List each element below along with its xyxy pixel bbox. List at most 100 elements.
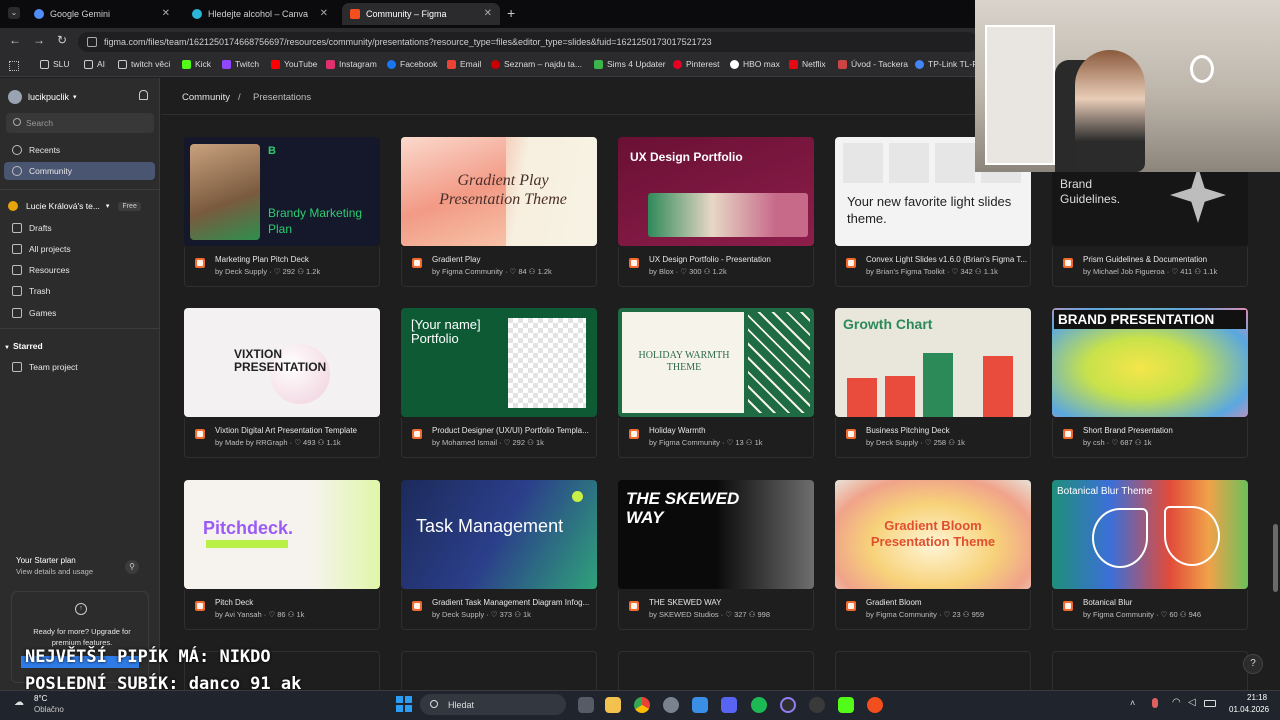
tray-chevron-icon[interactable]: ˄ (1130, 698, 1135, 708)
team-switcher[interactable]: Lucie Králová's te... ▾ Free (8, 198, 156, 214)
sidebar-item-community[interactable]: Community (4, 162, 155, 180)
scrollbar-thumb[interactable] (1273, 524, 1278, 592)
card-thumbnail: Pitchdeck. (184, 480, 380, 589)
webcam-video (975, 0, 1280, 172)
bookmark-twitch-veci[interactable]: twitch věci (118, 59, 170, 69)
breadcrumb-community[interactable]: Community (182, 92, 230, 103)
resource-card[interactable]: Task Management Gradient Task Management… (401, 480, 597, 630)
sidebar-item-trash[interactable]: Trash (4, 282, 155, 300)
bookmark-hbo[interactable]: HBO max (730, 59, 780, 69)
bookmark-seznam[interactable]: Seznam – najdu ta... (491, 59, 582, 69)
new-tab-button[interactable]: + (507, 5, 515, 21)
kick-app-icon[interactable] (838, 697, 854, 713)
back-icon[interactable]: ← (9, 33, 21, 47)
help-button[interactable]: ? (1243, 654, 1263, 674)
tab-gemini[interactable]: Google Gemini ✕ (26, 3, 178, 25)
bookmark-netflix[interactable]: Netflix (789, 59, 826, 69)
resource-card[interactable]: Gradient Bloom Presentation Theme Gradie… (835, 480, 1031, 630)
close-icon[interactable]: ✕ (162, 8, 170, 19)
bell-icon[interactable] (139, 90, 148, 100)
address-bar[interactable]: figma.com/files/team/1621250174668756697… (78, 32, 978, 52)
settings-icon[interactable] (663, 697, 679, 713)
use-count: 1.1k (983, 267, 998, 276)
bookmark-instagram[interactable]: Instagram (326, 59, 377, 69)
bookmark-slu[interactable]: SLU (40, 59, 70, 69)
photos-icon[interactable] (692, 697, 708, 713)
bookmark-youtube[interactable]: YouTube (271, 59, 317, 69)
file-explorer-icon[interactable] (605, 697, 621, 713)
resource-card[interactable]: Pitchdeck. Pitch Deck by Avi Yansah · ♡ … (184, 480, 380, 630)
card-title: Convex Light Slides v1.6.0 (Brian's Figm… (866, 255, 1028, 264)
resource-card[interactable]: B Brandy Marketing Plan Marketing Plan P… (184, 137, 380, 287)
wifi-icon[interactable]: ◠ (1172, 697, 1181, 708)
card-title: Gradient Bloom (866, 598, 922, 607)
figma-app-icon[interactable] (867, 697, 883, 713)
clock-time[interactable]: 21:18 (1247, 693, 1267, 702)
close-icon[interactable]: ✕ (484, 8, 492, 19)
like-count: 23 (952, 610, 961, 619)
search-input[interactable]: Search (6, 113, 154, 133)
thumb-title: Growth Chart (843, 316, 933, 332)
bookmark-tackera[interactable]: Úvod - Tackera (838, 59, 908, 69)
card-meta: by Figma Community · ♡ 23 ⚇ 959 (866, 610, 985, 619)
close-icon[interactable]: ✕ (320, 8, 328, 19)
breadcrumb-separator: / (238, 92, 241, 103)
sidebar-item-all-projects[interactable]: All projects (4, 240, 155, 258)
bookmark-facebook[interactable]: Facebook (387, 59, 437, 69)
sidebar-item-drafts[interactable]: Drafts (4, 219, 155, 237)
bookmark-ai[interactable]: AI (84, 59, 105, 69)
resource-card[interactable]: BRAND PRESENTATION Short Brand Presentat… (1052, 308, 1248, 458)
tab-canva[interactable]: Hledejte alcohol – Canva ✕ (184, 3, 336, 25)
bookmark-email[interactable]: Email (447, 59, 481, 69)
resource-card[interactable]: HOLIDAY WARMTH THEME Holiday Warmth by F… (618, 308, 814, 458)
clock-date[interactable]: 01.04.2026 (1229, 705, 1269, 714)
windows-start-icon[interactable] (396, 696, 412, 712)
thumb-bar (885, 376, 915, 417)
resource-card[interactable]: Growth Chart Business Pitching Deck by D… (835, 308, 1031, 458)
reload-icon[interactable]: ↻ (57, 33, 67, 47)
card-title: Product Designer (UX/UI) Portfolio Templ… (432, 426, 589, 435)
spotify-icon[interactable] (751, 697, 767, 713)
bookmark-tplink[interactable]: TP-Link TL-P (915, 59, 978, 69)
slides-file-icon (412, 258, 422, 268)
key-icon[interactable]: ⚲ (125, 560, 139, 574)
tab-figma[interactable]: Community – Figma ✕ (342, 3, 500, 25)
battery-icon[interactable] (1204, 700, 1216, 707)
bookmark-sims[interactable]: Sims 4 Updater (594, 59, 666, 69)
taskbar-search[interactable]: Hledat (420, 694, 566, 715)
resource-card[interactable]: [Your name] Portfolio Product Designer (… (401, 308, 597, 458)
resource-card[interactable]: Gradient Play Presentation Theme Gradien… (401, 137, 597, 287)
resource-card[interactable]: UX Design Portfolio UX Design Portfolio … (618, 137, 814, 287)
microphone-icon[interactable] (1152, 698, 1158, 708)
card-title: Gradient Play (432, 255, 481, 264)
resource-card[interactable]: THE SKEWED WAY THE SKEWED WAY by SKEWED … (618, 480, 814, 630)
task-view-icon[interactable] (578, 697, 594, 713)
apps-icon[interactable] (9, 61, 19, 71)
starred-heading[interactable]: ▼ Starred (4, 341, 43, 351)
app-icon[interactable] (809, 697, 825, 713)
user-menu[interactable]: lucikpuclik ▾ (8, 90, 77, 104)
sidebar-item-games[interactable]: Games (4, 304, 155, 322)
card-meta: by Figma Community · ♡ 60 ⚇ 946 (1083, 610, 1202, 619)
sidebar-item-resources[interactable]: Resources (4, 261, 155, 279)
resource-card[interactable]: VIXTION PRESENTATION Vixtion Digital Art… (184, 308, 380, 458)
tab-search-icon[interactable]: ⌄ (8, 7, 20, 19)
chrome-icon[interactable] (634, 697, 650, 713)
forward-icon[interactable]: → (33, 33, 45, 47)
bookmark-kick[interactable]: Kick (182, 59, 211, 69)
sidebar-item-team-project[interactable]: Team project (4, 358, 155, 376)
plan-badge: Free (118, 201, 141, 211)
site-info-icon[interactable] (87, 37, 97, 47)
obs-icon[interactable] (780, 697, 796, 713)
card-meta: by Mohamed Ismail · ♡ 292 ⚇ 1k (432, 438, 544, 447)
like-count: 292 (512, 438, 526, 447)
sidebar-item-recents[interactable]: Recents (4, 141, 155, 159)
slides-file-icon (846, 258, 856, 268)
resource-card[interactable]: Botanical Blur Theme Botanical Blur by F… (1052, 480, 1248, 630)
volume-icon[interactable]: ◁ (1188, 697, 1196, 708)
bookmark-pinterest[interactable]: Pinterest (673, 59, 720, 69)
discord-icon[interactable] (721, 697, 737, 713)
card-thumbnail: HOLIDAY WARMTH THEME (618, 308, 814, 417)
card-placeholder (835, 651, 1031, 690)
bookmark-twitch[interactable]: Twitch (222, 59, 259, 69)
